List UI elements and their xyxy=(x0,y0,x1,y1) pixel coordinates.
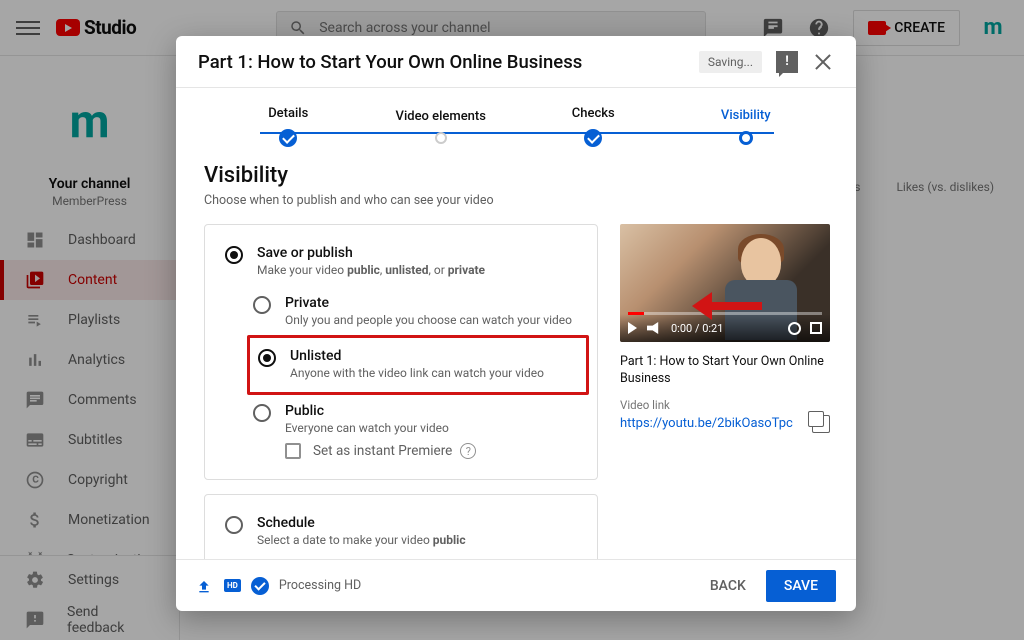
save-or-publish-radio[interactable]: Save or publish Make your video public, … xyxy=(221,239,581,283)
radio-title: Private xyxy=(285,295,581,311)
gear-icon[interactable] xyxy=(788,322,801,335)
radio-icon xyxy=(258,349,276,367)
unlisted-radio[interactable]: Unlisted Anyone with the video link can … xyxy=(258,342,578,386)
save-or-publish-card: Save or publish Make your video public, … xyxy=(204,224,598,480)
private-radio[interactable]: Private Only you and people you choose c… xyxy=(253,289,581,333)
help-icon[interactable]: ? xyxy=(460,443,476,459)
copy-link-icon[interactable] xyxy=(812,415,830,433)
playback-time: 0:00 / 0:21 xyxy=(671,322,788,335)
volume-icon[interactable] xyxy=(647,322,661,334)
radio-icon xyxy=(253,404,271,422)
radio-icon xyxy=(225,516,243,534)
processing-check-icon xyxy=(251,577,269,595)
fullscreen-icon[interactable] xyxy=(810,322,822,334)
section-subheading: Choose when to publish and who can see y… xyxy=(204,193,830,208)
section-heading: Visibility xyxy=(204,163,830,188)
radio-icon xyxy=(253,296,271,314)
premiere-label: Set as instant Premiere xyxy=(313,443,452,459)
radio-subtitle: Everyone can watch your video xyxy=(285,421,581,435)
step-video-elements[interactable]: Video elements xyxy=(365,109,518,144)
play-icon[interactable] xyxy=(628,322,637,334)
saving-indicator: Saving... xyxy=(699,51,762,73)
hd-badge: HD xyxy=(224,579,241,592)
stepper: Details Video elements Checks Visibility xyxy=(204,88,830,147)
back-button[interactable]: BACK xyxy=(696,570,760,602)
radio-title: Public xyxy=(285,403,581,419)
modal-title: Part 1: How to Start Your Own Online Bus… xyxy=(198,51,699,73)
processing-text: Processing HD xyxy=(279,578,361,593)
close-icon[interactable] xyxy=(812,51,834,73)
preview-title: Part 1: How to Start Your Own Online Bus… xyxy=(620,354,830,388)
radio-title: Save or publish xyxy=(257,245,577,261)
radio-subtitle: Anyone with the video link can watch you… xyxy=(290,366,578,380)
schedule-card: Schedule Select a date to make your vide… xyxy=(204,494,598,559)
step-visibility[interactable]: Visibility xyxy=(670,108,823,145)
modal-footer: HD Processing HD BACK SAVE xyxy=(176,559,856,611)
radio-subtitle: Select a date to make your video public xyxy=(257,533,577,547)
feedback-button[interactable]: ! xyxy=(776,51,798,73)
public-radio[interactable]: Public Everyone can watch your video Set… xyxy=(253,397,581,465)
save-button[interactable]: SAVE xyxy=(766,570,836,602)
step-checks[interactable]: Checks xyxy=(517,106,670,147)
radio-title: Unlisted xyxy=(290,348,578,364)
video-preview: 0:00 / 0:21 Part 1: How to Start Your Ow… xyxy=(620,224,830,433)
modal-header: Part 1: How to Start Your Own Online Bus… xyxy=(176,36,856,88)
video-link-label: Video link xyxy=(620,398,830,412)
instant-premiere-checkbox[interactable]: Set as instant Premiere ? xyxy=(285,443,581,459)
radio-subtitle: Only you and people you choose can watch… xyxy=(285,313,581,327)
upload-icon xyxy=(196,579,212,593)
video-thumbnail[interactable]: 0:00 / 0:21 xyxy=(620,224,830,342)
schedule-radio[interactable]: Schedule Select a date to make your vide… xyxy=(221,509,581,553)
unlisted-highlight-annotation: Unlisted Anyone with the video link can … xyxy=(247,335,589,395)
radio-subtitle: Make your video public, unlisted, or pri… xyxy=(257,263,577,277)
radio-icon xyxy=(225,246,243,264)
upload-visibility-modal: Part 1: How to Start Your Own Online Bus… xyxy=(176,36,856,611)
radio-title: Schedule xyxy=(257,515,577,531)
step-details[interactable]: Details xyxy=(212,106,365,147)
checkbox-icon xyxy=(285,443,301,459)
video-link[interactable]: https://youtu.be/2bikOasoTpc xyxy=(620,416,793,431)
